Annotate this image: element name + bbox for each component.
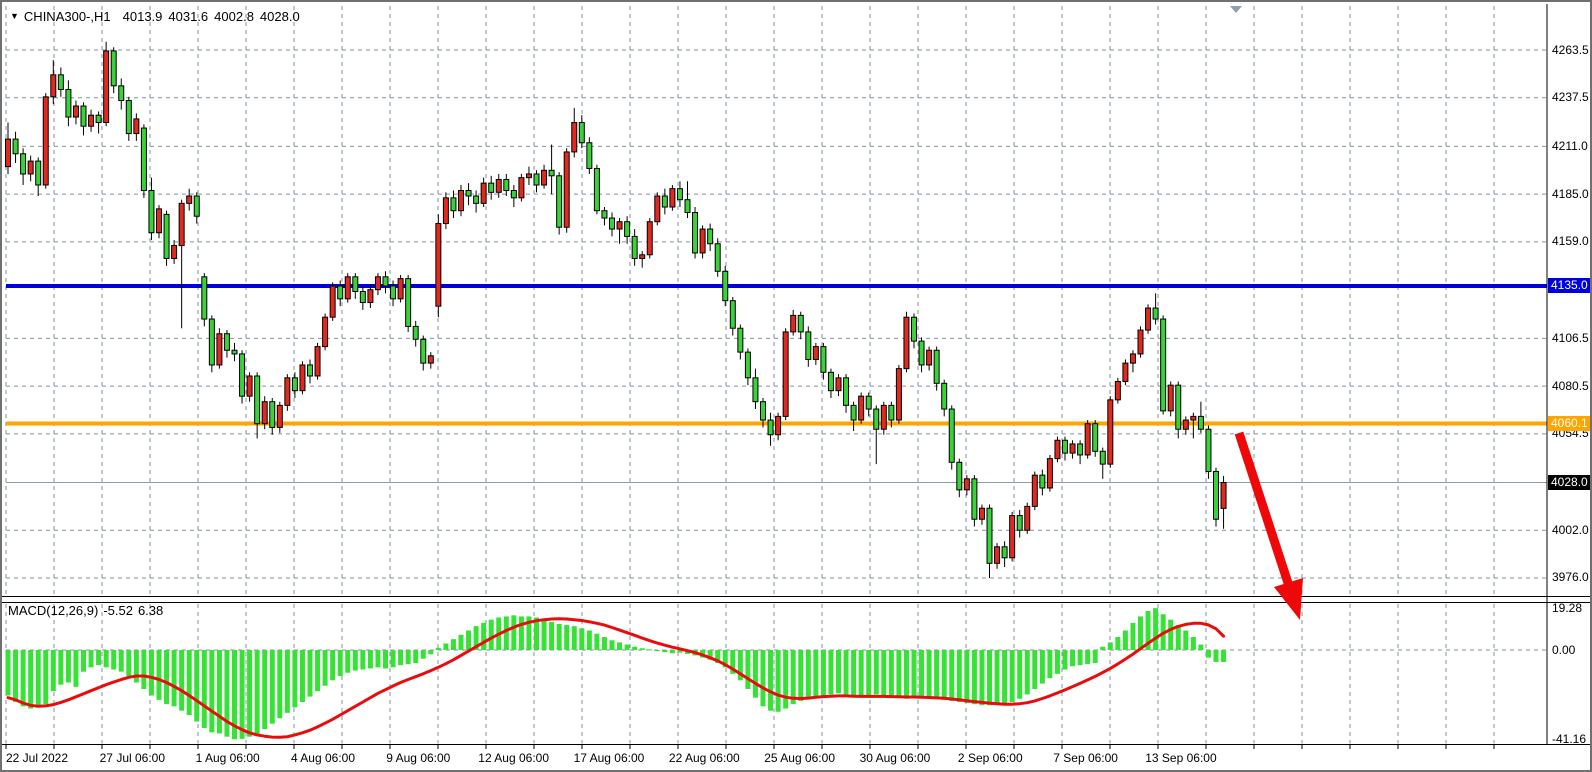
macd-indicator-label: MACD(12,26,9) -5.52 6.38 <box>8 603 168 618</box>
price-line-tag-4028.0: 4028.0 <box>1548 475 1592 490</box>
macd-value: -5.52 <box>103 603 133 618</box>
time-tick-label: 1 Aug 06:00 <box>196 751 260 765</box>
symbol-timeframe-label: CHINA300-,H1 <box>24 9 111 24</box>
ohlc-close: 4028.0 <box>260 9 300 24</box>
macd-tick-label: 0.00 <box>1552 643 1575 658</box>
price-tick-label: 4237.5 <box>1552 90 1589 105</box>
price-tick-label: 4211.0 <box>1552 139 1588 154</box>
symbol-dropdown-icon[interactable]: ▼ <box>10 11 19 21</box>
price-line-tag-4135.0: 4135.0 <box>1548 278 1592 293</box>
time-tick-label: 30 Aug 06:00 <box>860 751 931 765</box>
grid-lines <box>6 6 1546 749</box>
ohlc-low: 4002.8 <box>214 9 254 24</box>
time-tick-label: 4 Aug 06:00 <box>291 751 355 765</box>
chart-canvas[interactable] <box>2 2 1592 772</box>
time-tick-label: 22 Jul 2022 <box>6 751 68 765</box>
trend-arrow-annotation[interactable] <box>1239 433 1303 620</box>
candlesticks <box>6 42 1227 578</box>
time-tick-label: 7 Sep 06:00 <box>1053 751 1118 765</box>
price-tick-label: 4002.0 <box>1552 523 1589 538</box>
price-tick-label: 3976.0 <box>1552 570 1589 585</box>
macd-name: MACD(12,26,9) <box>8 603 98 618</box>
macd-tick-label: -41.16 <box>1552 732 1586 747</box>
time-tick-label: 12 Aug 06:00 <box>478 751 549 765</box>
macd-tick-label: 19.28 <box>1552 601 1582 616</box>
time-tick-label: 22 Aug 06:00 <box>669 751 740 765</box>
ohlc-high: 4031.6 <box>168 9 208 24</box>
horizontal-line-objects[interactable] <box>6 286 1547 483</box>
time-tick-label: 17 Aug 06:00 <box>574 751 645 765</box>
time-tick-label: 2 Sep 06:00 <box>958 751 1023 765</box>
price-tick-label: 4263.5 <box>1552 43 1589 58</box>
price-tick-label: 4080.5 <box>1552 379 1589 394</box>
price-tick-label: 4185.0 <box>1552 187 1589 202</box>
time-tick-label: 9 Aug 06:00 <box>386 751 450 765</box>
ohlc-open: 4013.9 <box>123 9 163 24</box>
chart-title: ▼ CHINA300-,H1 4013.9 4031.6 4002.8 4028.0 <box>10 9 306 24</box>
macd-signal-value: 6.38 <box>138 603 163 618</box>
time-tick-label: 25 Aug 06:00 <box>764 751 835 765</box>
price-tick-label: 4159.0 <box>1552 234 1589 249</box>
price-line-tag-4060.1: 4060.1 <box>1548 416 1592 431</box>
time-tick-label: 13 Sep 06:00 <box>1145 751 1216 765</box>
chart-window: ▼ CHINA300-,H1 4013.9 4031.6 4002.8 4028.0 MA… <box>0 0 1592 772</box>
shift-marker-icon[interactable] <box>1230 6 1242 13</box>
time-tick-label: 27 Jul 06:00 <box>100 751 165 765</box>
price-tick-label: 4106.5 <box>1552 331 1589 346</box>
